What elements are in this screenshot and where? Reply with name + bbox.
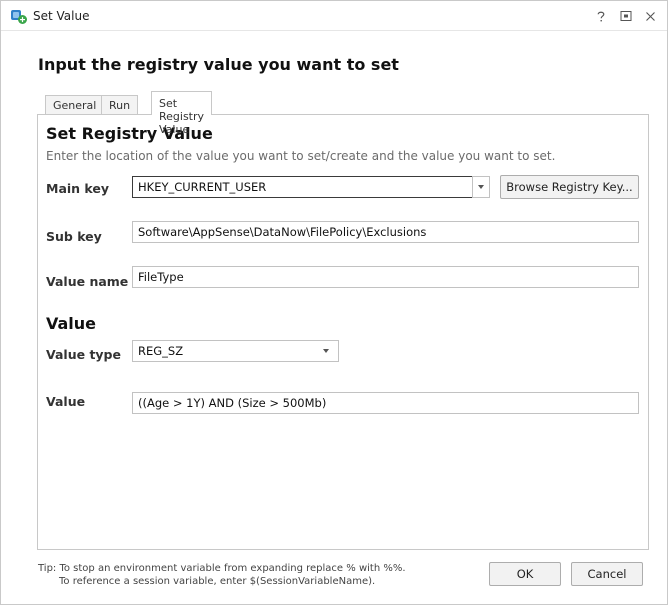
registry-app-icon xyxy=(11,10,27,24)
value-name-input[interactable]: FileType xyxy=(132,266,639,288)
chevron-down-icon xyxy=(323,349,329,353)
main-key-label: Main key xyxy=(46,181,110,196)
restore-icon[interactable] xyxy=(618,8,634,24)
value-type-selected: REG_SZ xyxy=(138,344,184,358)
browse-registry-key-button[interactable]: Browse Registry Key... xyxy=(500,175,639,199)
sub-key-input[interactable]: Software\AppSense\DataNow\FilePolicy\Exc… xyxy=(132,221,639,243)
value-section-title: Value xyxy=(46,314,97,333)
close-icon[interactable] xyxy=(642,8,658,24)
help-icon[interactable] xyxy=(593,8,609,24)
value-input[interactable]: ((Age > 1Y) AND (Size > 500Mb) xyxy=(132,392,639,414)
window-title: Set Value xyxy=(33,9,90,23)
tab-set-registry-value[interactable]: Set Registry Value xyxy=(151,91,213,136)
value-name-label: Value name xyxy=(46,274,129,289)
main-key-dropdown-button[interactable] xyxy=(472,176,490,198)
tab-run-as[interactable]: Run As xyxy=(101,95,139,125)
title-bar[interactable]: Set Value xyxy=(1,1,667,31)
tip-line-2: To reference a session variable, enter $… xyxy=(59,576,376,587)
tab-general[interactable]: General xyxy=(45,95,105,115)
value-type-select[interactable]: REG_SZ xyxy=(132,340,339,362)
registry-description: Enter the location of the value you want… xyxy=(46,149,556,163)
set-value-dialog: Set Value Input the registry value you w… xyxy=(0,0,668,605)
ok-button[interactable]: OK xyxy=(489,562,561,586)
main-key-combo[interactable]: HKEY_CURRENT_USER xyxy=(132,176,473,198)
value-type-label: Value type xyxy=(46,347,121,362)
value-label: Value xyxy=(46,394,86,409)
sub-key-label: Sub key xyxy=(46,229,102,244)
tip-line-1: Tip: To stop an environment variable fro… xyxy=(38,563,406,574)
page-heading: Input the registry value you want to set xyxy=(38,55,399,74)
chevron-down-icon xyxy=(478,185,484,189)
cancel-button[interactable]: Cancel xyxy=(571,562,643,586)
